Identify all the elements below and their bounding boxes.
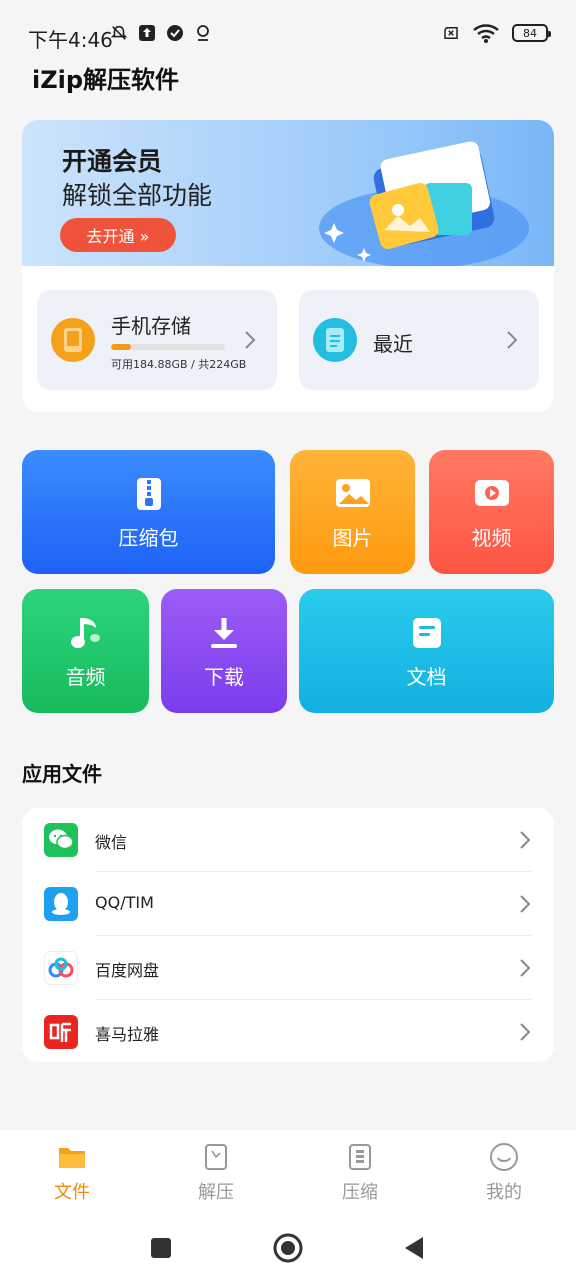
chevron-right-icon bbox=[520, 1023, 531, 1041]
category-label: 视频 bbox=[471, 525, 512, 550]
video-icon bbox=[471, 474, 513, 514]
category-label: 音频 bbox=[65, 664, 106, 689]
category-document-tile[interactable]: 文档 bbox=[299, 589, 554, 713]
nav-label: 文件 bbox=[54, 1182, 90, 1203]
wifi-icon bbox=[472, 24, 500, 43]
nav-tab-compress[interactable]: 压缩 bbox=[310, 1142, 410, 1204]
recent-document-icon bbox=[313, 318, 357, 362]
nav-label: 解压 bbox=[198, 1182, 234, 1203]
smile-icon bbox=[489, 1142, 519, 1172]
location-icon bbox=[194, 24, 212, 42]
ximalaya-icon bbox=[44, 1015, 78, 1049]
category-image-tile[interactable]: 图片 bbox=[290, 450, 415, 574]
zip-icon bbox=[128, 474, 170, 514]
recent-files-card[interactable]: 最近 bbox=[299, 290, 539, 390]
list-item-wechat[interactable]: 微信 bbox=[22, 808, 554, 872]
category-label: 压缩包 bbox=[118, 525, 179, 550]
folder-icon bbox=[57, 1142, 87, 1172]
battery-indicator: 84 bbox=[512, 24, 551, 42]
upload-icon bbox=[138, 24, 156, 42]
check-circle-icon bbox=[166, 24, 184, 42]
chevron-right-icon bbox=[507, 331, 518, 349]
storage-info: 可用184.88GB / 共224GB bbox=[111, 358, 247, 371]
extract-icon bbox=[201, 1142, 231, 1172]
nav-tab-extract[interactable]: 解压 bbox=[166, 1142, 266, 1204]
section-title-app-files: 应用文件 bbox=[22, 762, 102, 786]
nav-label: 我的 bbox=[486, 1182, 522, 1203]
back-button[interactable] bbox=[398, 1232, 430, 1264]
vip-banner[interactable]: 开通会员 解锁全部功能 去开通 » bbox=[22, 120, 554, 266]
nav-tab-files[interactable]: 文件 bbox=[22, 1142, 122, 1204]
status-bar: 下午4:46 84 bbox=[0, 0, 576, 60]
category-video-tile[interactable]: 视频 bbox=[429, 450, 554, 574]
chevron-right-icon bbox=[520, 831, 531, 849]
list-item-ximalaya[interactable]: 喜马拉雅 bbox=[22, 1000, 554, 1064]
category-label: 下载 bbox=[204, 664, 244, 689]
recent-label: 最近 bbox=[373, 332, 413, 356]
phone-storage-card[interactable]: 手机存储 可用184.88GB / 共224GB bbox=[37, 290, 277, 390]
image-icon bbox=[332, 474, 374, 514]
baidu-netdisk-icon bbox=[44, 951, 78, 985]
storage-label: 手机存储 bbox=[111, 314, 191, 338]
nav-label: 压缩 bbox=[342, 1182, 378, 1203]
bell-muted-icon bbox=[110, 24, 128, 42]
category-download-tile[interactable]: 下载 bbox=[161, 589, 287, 713]
folder-illustration-icon bbox=[319, 141, 529, 266]
category-label: 文档 bbox=[406, 664, 447, 689]
phone-storage-icon bbox=[51, 318, 95, 362]
recent-apps-button[interactable] bbox=[145, 1232, 177, 1264]
status-notification-icons bbox=[110, 24, 212, 42]
wechat-icon bbox=[44, 823, 78, 857]
category-archive-tile[interactable]: 压缩包 bbox=[22, 450, 275, 574]
list-item-baidu-netdisk[interactable]: 百度网盘 bbox=[22, 936, 554, 1000]
app-name: QQ/TIM bbox=[95, 893, 154, 912]
nav-tab-me[interactable]: 我的 bbox=[454, 1142, 554, 1204]
app-title: iZip解压软件 bbox=[32, 66, 180, 94]
music-icon bbox=[65, 613, 107, 653]
storage-progress-bar bbox=[111, 344, 225, 350]
app-name: 微信 bbox=[95, 833, 128, 852]
category-label: 图片 bbox=[332, 525, 373, 550]
status-system-icons: 84 bbox=[442, 24, 551, 43]
download-icon bbox=[203, 613, 245, 653]
qq-icon bbox=[44, 887, 78, 921]
status-time: 下午4:46 bbox=[28, 28, 113, 52]
open-membership-button[interactable]: 去开通 » bbox=[60, 218, 176, 252]
bottom-nav: 文件 解压 压缩 我的 bbox=[0, 1130, 576, 1216]
banner-title: 开通会员 bbox=[62, 147, 163, 176]
category-audio-tile[interactable]: 音频 bbox=[22, 589, 149, 713]
home-button[interactable] bbox=[272, 1232, 304, 1264]
banner-subtitle: 解锁全部功能 bbox=[62, 181, 213, 210]
app-name: 百度网盘 bbox=[95, 961, 160, 980]
compress-icon bbox=[345, 1142, 375, 1172]
app-files-list: 微信 QQ/TIM 百度网盘 喜马拉雅 bbox=[22, 808, 554, 1062]
system-nav-bar bbox=[0, 1216, 576, 1280]
chevron-right-icon bbox=[520, 959, 531, 977]
app-name: 喜马拉雅 bbox=[95, 1025, 160, 1044]
chevron-right-icon bbox=[520, 895, 531, 913]
no-sim-icon bbox=[442, 24, 460, 42]
chevron-right-icon bbox=[245, 331, 256, 349]
storage-progress-fill bbox=[111, 344, 131, 350]
top-card: 开通会员 解锁全部功能 去开通 » 手机存储 可用184.88GB / 共224… bbox=[22, 120, 554, 412]
document-icon bbox=[406, 613, 448, 653]
list-item-qq-tim[interactable]: QQ/TIM bbox=[22, 872, 554, 936]
